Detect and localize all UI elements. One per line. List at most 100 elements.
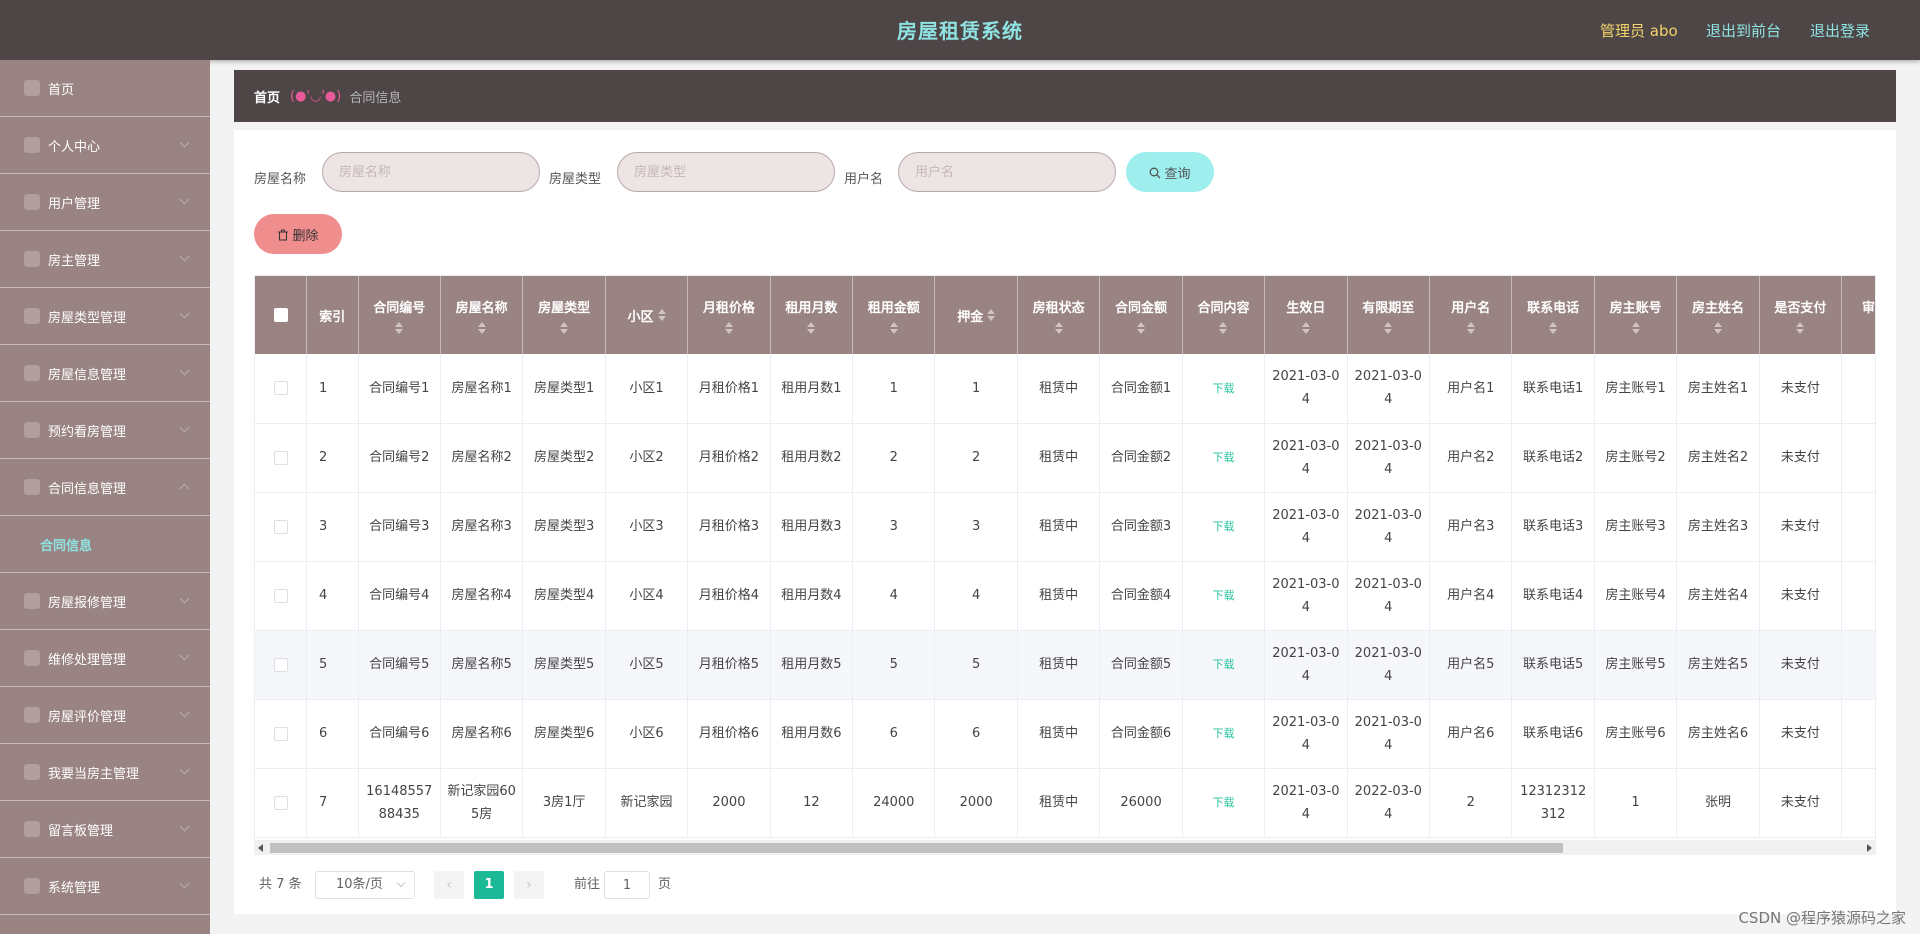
column-header[interactable]: 合同编号 xyxy=(358,276,441,354)
sidebar-item-message-board[interactable]: 留言板管理 xyxy=(0,801,210,858)
sidebar-item-house-info-management[interactable]: 房屋信息管理 xyxy=(0,345,210,402)
table-row[interactable]: 5 合同编号5 房屋名称5 房屋类型5 小区5 月租价格5 租用月数5 5 5 租赁中 合同金额5 下… xyxy=(255,630,1875,700)
sidebar-item-label: 合同信息管理 xyxy=(48,481,127,497)
table-cell: 租用月数5 xyxy=(770,630,854,700)
row-checkbox[interactable] xyxy=(273,726,288,741)
scrollbar-thumb[interactable] xyxy=(270,843,1563,853)
column-header[interactable]: 房屋名称 xyxy=(440,276,524,354)
column-header[interactable]: 房主姓名 xyxy=(1676,276,1760,354)
table-row[interactable]: 7 1614855788435 新记家园605房 3房1厅 新记家园 2000 12 2400… xyxy=(255,768,1875,838)
sidebar-item-personal-center[interactable]: 个人中心 xyxy=(0,117,210,174)
sort-icon[interactable] xyxy=(1713,321,1722,334)
sort-icon[interactable] xyxy=(987,309,996,321)
column-header[interactable]: 房屋类型 xyxy=(522,276,606,354)
table-cell: 联系电话6 xyxy=(1511,699,1595,769)
download-link[interactable]: 下载 xyxy=(1212,658,1234,671)
watermark: CSDN @程序猿源码之家 xyxy=(1738,909,1906,927)
column-header[interactable]: 房主账号 xyxy=(1594,276,1678,354)
column-header[interactable]: 租用金额 xyxy=(852,276,936,354)
row-checkbox[interactable] xyxy=(273,450,288,465)
sort-icon[interactable] xyxy=(1301,321,1310,334)
page-size-select[interactable]: 10条/页 xyxy=(315,871,415,899)
sidebar-item-system-management[interactable]: 系统管理 xyxy=(0,858,210,915)
house-type-input[interactable] xyxy=(617,152,835,192)
house-name-input[interactable] xyxy=(322,152,540,192)
cell-value: 房主姓名1 xyxy=(1687,380,1749,396)
sort-icon[interactable] xyxy=(807,321,816,334)
sidebar-item-become-landlord[interactable]: 我要当房主管理 xyxy=(0,744,210,801)
row-checkbox[interactable] xyxy=(273,588,288,603)
sort-icon[interactable] xyxy=(395,321,404,334)
query-button[interactable]: 查询 xyxy=(1126,152,1214,192)
prev-page-button[interactable]: ‹ xyxy=(434,871,464,899)
sidebar-subitem-contract-info[interactable]: 合同信息 xyxy=(0,516,210,573)
sort-icon[interactable] xyxy=(477,321,486,334)
sort-icon[interactable] xyxy=(724,321,733,334)
cell-value: 合同编号1 xyxy=(369,380,430,396)
column-header[interactable]: 合同金额 xyxy=(1099,276,1183,354)
sidebar-item-house-review[interactable]: 房屋评价管理 xyxy=(0,687,210,744)
download-link[interactable]: 下载 xyxy=(1212,727,1234,740)
sort-icon[interactable] xyxy=(1384,321,1393,334)
table-row[interactable]: 6 合同编号6 房屋名称6 房屋类型6 小区6 月租价格6 租用月数6 6 6 租赁中 合同金额6 下… xyxy=(255,699,1875,769)
breadcrumb-home[interactable]: 首页 xyxy=(254,87,280,106)
download-link[interactable]: 下载 xyxy=(1212,382,1234,395)
sort-icon[interactable] xyxy=(657,309,666,321)
table-row[interactable]: 4 合同编号4 房屋名称4 房屋类型4 小区4 月租价格4 租用月数4 4 4 租赁中 合同金额4 下… xyxy=(255,561,1875,631)
download-link[interactable]: 下载 xyxy=(1212,589,1234,602)
table-row[interactable]: 2 合同编号2 房屋名称2 房屋类型2 小区2 月租价格2 租用月数2 2 2 租赁中 合同金额2 下… xyxy=(255,423,1875,493)
column-header[interactable]: 小区 xyxy=(605,276,689,354)
column-header[interactable]: 是否支付 xyxy=(1759,276,1843,354)
column-header[interactable]: 房租状态 xyxy=(1017,276,1101,354)
exit-to-front-link[interactable]: 退出到前台 xyxy=(1706,20,1781,41)
row-checkbox[interactable] xyxy=(273,795,288,810)
column-header[interactable]: 生效日 xyxy=(1264,276,1348,354)
scroll-left-arrow-icon[interactable] xyxy=(258,844,263,852)
column-header[interactable]: 有限期至 xyxy=(1347,276,1431,354)
next-page-button[interactable]: › xyxy=(514,871,544,899)
sidebar-item-repair-handling[interactable]: 维修处理管理 xyxy=(0,630,210,687)
table-cell: 联系电话2 xyxy=(1511,423,1595,493)
row-checkbox[interactable] xyxy=(273,381,288,396)
table-row[interactable]: 3 合同编号3 房屋名称3 房屋类型3 小区3 月租价格3 租用月数3 3 3 租赁中 合同金额3 下… xyxy=(255,492,1875,562)
sidebar-item-viewing-appointment[interactable]: 预约看房管理 xyxy=(0,402,210,459)
select-all-checkbox[interactable] xyxy=(273,308,288,322)
column-header[interactable]: 联系电话 xyxy=(1511,276,1595,354)
download-link[interactable]: 下载 xyxy=(1212,451,1234,464)
sort-icon[interactable] xyxy=(1054,321,1063,334)
logout-link[interactable]: 退出登录 xyxy=(1810,20,1870,41)
page-number-1[interactable]: 1 xyxy=(474,871,504,899)
row-checkbox[interactable] xyxy=(273,519,288,534)
sort-icon[interactable] xyxy=(1219,321,1228,334)
goto-page-input[interactable] xyxy=(604,871,650,899)
username-input[interactable] xyxy=(898,152,1116,192)
column-header-label: 是否支付 xyxy=(1774,300,1827,316)
column-header[interactable]: 合同内容 xyxy=(1182,276,1266,354)
delete-button[interactable]: 删除 xyxy=(254,214,342,254)
sidebar-item-house-type-management[interactable]: 房屋类型管理 xyxy=(0,288,210,345)
sort-icon[interactable] xyxy=(1466,321,1475,334)
sort-icon[interactable] xyxy=(1137,321,1146,334)
scroll-right-arrow-icon[interactable] xyxy=(1867,844,1872,852)
column-header[interactable]: 月租价格 xyxy=(687,276,771,354)
sort-icon[interactable] xyxy=(1631,321,1640,334)
column-header[interactable]: 用户名 xyxy=(1429,276,1513,354)
sidebar-item-contract-management[interactable]: 合同信息管理 xyxy=(0,459,210,516)
table-cell: 新记家园 xyxy=(605,768,689,838)
download-link[interactable]: 下载 xyxy=(1212,796,1234,809)
sort-icon[interactable] xyxy=(1796,321,1805,334)
download-link[interactable]: 下载 xyxy=(1212,520,1234,533)
sidebar-item-user-management[interactable]: 用户管理 xyxy=(0,174,210,231)
horizontal-scrollbar[interactable] xyxy=(254,841,1876,855)
column-header[interactable]: 租用月数 xyxy=(770,276,854,354)
sidebar-item-home[interactable]: 首页 xyxy=(0,60,210,117)
column-header[interactable]: 审核回复 xyxy=(1841,276,1875,354)
sort-icon[interactable] xyxy=(889,321,898,334)
sort-icon[interactable] xyxy=(1549,321,1558,334)
row-checkbox[interactable] xyxy=(273,657,288,672)
column-header[interactable]: 押金 xyxy=(934,276,1018,354)
sort-icon[interactable] xyxy=(560,321,569,334)
table-row[interactable]: 1 合同编号1 房屋名称1 房屋类型1 小区1 月租价格1 租用月数1 1 1 租赁中 合同金额1 下… xyxy=(255,354,1875,424)
sidebar-item-repair-request[interactable]: 房屋报修管理 xyxy=(0,573,210,630)
sidebar-item-landlord-management[interactable]: 房主管理 xyxy=(0,231,210,288)
